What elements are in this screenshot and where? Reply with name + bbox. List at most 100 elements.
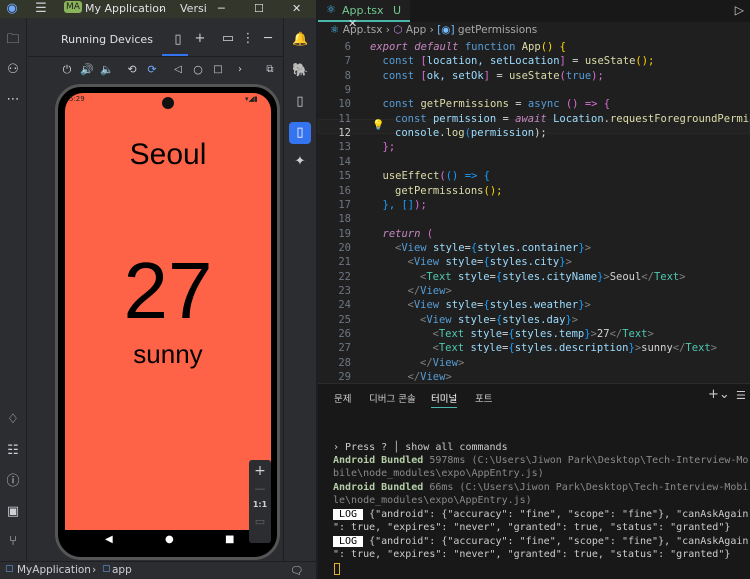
device-screen[interactable]: 5:29 ▾◢▮ Seoul 27 sunny <box>65 93 271 530</box>
new-terminal-icon[interactable]: +⌄ <box>708 387 730 402</box>
code-token: = <box>490 69 509 82</box>
line-number: 20 <box>338 241 351 254</box>
tab-debug-console[interactable]: 디버그 콘솔 <box>369 391 416 405</box>
android-studio-logo-icon: ◉ <box>6 1 18 16</box>
logcat-icon[interactable]: ☷ <box>5 444 21 458</box>
code-line: </View> <box>420 357 464 371</box>
code-token: </ <box>420 356 433 369</box>
zoom-out-button[interactable]: — <box>249 482 271 495</box>
code-token: Text <box>438 328 471 340</box>
code-token: { <box>603 98 611 111</box>
more-actions-icon[interactable]: › <box>232 63 248 77</box>
feedback-icon[interactable]: 🗨 <box>290 564 303 577</box>
breadcrumb-file[interactable]: App.tsx <box>343 24 383 36</box>
log-text: ": true, "expires": "never", "granted": … <box>333 522 731 533</box>
line-number: 28 <box>338 356 351 369</box>
line-number: 29 <box>338 371 351 383</box>
code-line: <View style={styles.city}> <box>408 256 572 270</box>
code-token: }, <box>382 198 402 211</box>
lightbulb-icon[interactable]: 💡 <box>372 120 384 131</box>
code-line: getPermissions(); <box>395 185 502 199</box>
bundle-text: 5978ms (C:\Users\Jiwon Park\Desktop\Tech… <box>423 455 749 466</box>
tab-terminal[interactable]: 터미널 <box>431 391 458 408</box>
resource-manager-icon[interactable]: ⚇ <box>5 63 21 77</box>
code-editor[interactable]: 💡 6 export default function App() {7 const… <box>318 39 750 383</box>
line-number: 15 <box>338 170 351 183</box>
code-line: <View style={styles.container}> <box>395 242 591 256</box>
code-token: permission <box>470 127 535 140</box>
nav-home-icon[interactable]: ● <box>165 534 174 545</box>
rotate-left-icon[interactable]: ⟲ <box>124 63 140 77</box>
nav-back-icon[interactable]: ◀ <box>105 534 113 545</box>
code-token: = <box>496 112 516 125</box>
device-manager-icon[interactable]: ▯ <box>292 95 308 109</box>
code-token: styles.description <box>514 342 629 355</box>
code-line: </View> <box>408 371 452 383</box>
zoom-in-button[interactable]: + <box>249 463 271 479</box>
more-icon[interactable]: ⋯ <box>5 93 21 107</box>
version-control-menu[interactable]: Versi <box>180 2 207 15</box>
maximize-icon[interactable]: ☐ <box>254 2 264 15</box>
code-token: ); <box>591 69 604 82</box>
volume-up-icon[interactable]: 🔊 <box>79 63 95 77</box>
terminal-icon[interactable]: ▣ <box>5 505 21 519</box>
gem-icon[interactable]: ♢ <box>5 413 21 427</box>
breadcrumb-symbol[interactable]: getPermissions <box>458 24 537 36</box>
minimize-icon[interactable]: ─ <box>218 2 225 15</box>
code-token: Text <box>653 270 680 283</box>
power-icon[interactable]: ⏻ <box>59 63 75 77</box>
project-selector[interactable]: My Application <box>85 2 166 15</box>
hide-panel-icon[interactable]: ─ <box>260 32 276 46</box>
git-icon[interactable]: ⑂ <box>5 535 21 549</box>
device-tab-icon[interactable]: ▯ <box>170 33 186 47</box>
fit-screen-icon[interactable]: ▭ <box>249 515 271 528</box>
tab-ports[interactable]: 포트 <box>475 391 492 405</box>
nav-overview-icon[interactable]: ■ <box>225 534 234 545</box>
code-token: location, setLocation <box>426 55 560 68</box>
code-token: Location <box>553 112 604 125</box>
zoom-actual-size-button[interactable]: 1:1 <box>249 500 271 509</box>
notifications-icon[interactable]: 🔔 <box>292 33 308 47</box>
breadcrumb-module[interactable]: app <box>112 564 132 576</box>
folder-icon[interactable]: 🗀 <box>5 33 21 47</box>
terminal-menu-icon[interactable]: ☰ <box>736 389 746 402</box>
device-frame: 5:29 ▾◢▮ Seoul 27 sunny ◀ ● ■ <box>55 84 280 560</box>
main-menu-icon[interactable]: ☰ <box>33 2 49 16</box>
code-token: Text <box>685 342 711 355</box>
breadcrumb-function[interactable]: App <box>406 24 427 36</box>
tab-label: App.tsx <box>342 4 384 17</box>
device-nav-bar: ◀ ● ■ <box>65 530 271 552</box>
breadcrumb-project[interactable]: MyApplication <box>17 564 91 576</box>
options-icon[interactable]: ⋮ <box>240 32 256 46</box>
bundle-text: le\node_modules\expo\AppEntry.js) <box>333 495 532 506</box>
home-icon[interactable]: ○ <box>190 63 206 77</box>
gemini-icon[interactable]: ✦ <box>292 155 308 169</box>
tab-app-tsx[interactable]: ⚛ App.tsx U ✕ <box>318 0 410 30</box>
code-token: styles.day <box>502 313 566 326</box>
project-badge: MA <box>64 1 82 13</box>
line-number: 27 <box>338 342 351 355</box>
code-token: useEffect <box>382 170 440 183</box>
volume-down-icon[interactable]: 🔈 <box>99 63 115 77</box>
code-token: style <box>457 270 490 283</box>
code-line: }, []); <box>383 199 427 213</box>
close-icon[interactable]: ✕ <box>292 2 301 15</box>
line-number: 8 <box>344 69 351 82</box>
code-token: ); <box>534 127 547 140</box>
code-line: export default function App() { <box>370 41 566 55</box>
gradle-icon[interactable]: 🐘 <box>292 64 308 78</box>
code-token: View <box>432 356 458 369</box>
add-device-icon[interactable]: + <box>192 32 208 46</box>
breadcrumb: ⚛ App.tsx › ⬡ App › [◉] getPermissions <box>330 24 538 36</box>
tab-problems[interactable]: 문제 <box>334 391 351 405</box>
layout-icon[interactable]: ▭ <box>220 32 236 46</box>
running-devices-icon[interactable]: ▯ <box>289 122 311 144</box>
back-icon[interactable]: ◁ <box>170 63 186 77</box>
rotate-right-icon[interactable]: ⟳ <box>144 63 160 77</box>
run-icon[interactable]: ▷ <box>735 3 744 17</box>
overview-icon[interactable]: □ <box>210 63 226 77</box>
status-time: 5:29 <box>69 95 85 103</box>
code-token: Seoul <box>609 270 642 283</box>
screenshot-icon[interactable]: ⧉ <box>262 63 278 77</box>
problems-icon[interactable]: ⓘ <box>5 475 21 489</box>
